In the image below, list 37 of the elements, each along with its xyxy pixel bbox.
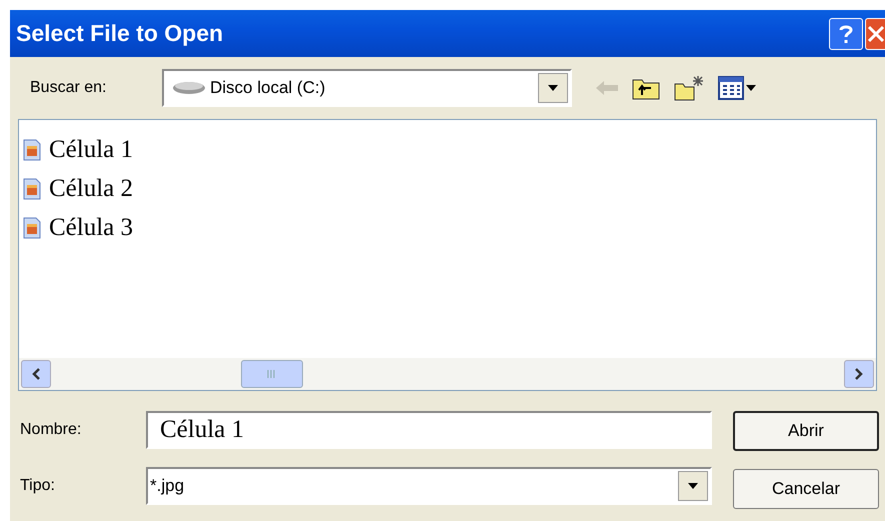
dialog-button[interactable]: Cancelar xyxy=(733,469,879,509)
look-in-value: Disco local (C:) xyxy=(210,77,326,100)
look-in-dropdown[interactable]: Disco local (C:) xyxy=(162,69,572,107)
file-type-dropdown[interactable]: *.jpg xyxy=(146,467,712,505)
list-view-icon xyxy=(718,76,744,100)
caret-icon xyxy=(746,85,756,91)
file-name-field[interactable]: Célula 1 xyxy=(146,411,712,449)
close-button[interactable] xyxy=(865,18,885,50)
help-button[interactable] xyxy=(829,18,863,50)
file-type-value: *.jpg xyxy=(150,475,186,498)
help-icon xyxy=(839,24,853,44)
caret-icon xyxy=(548,85,558,91)
close-icon xyxy=(868,24,884,42)
image-file-icon xyxy=(23,216,41,238)
file-name-label: Nombre: xyxy=(20,420,82,440)
image-file-icon xyxy=(23,178,41,200)
window-title: Select File to Open xyxy=(16,19,224,48)
file-item[interactable]: Célula 1 xyxy=(23,130,138,169)
file-type-label: Tipo: xyxy=(20,476,56,496)
file-item[interactable]: Célula 3 xyxy=(23,208,138,247)
grip-icon xyxy=(267,370,277,378)
dropdown-button[interactable] xyxy=(538,73,568,103)
new-folder-icon[interactable] xyxy=(674,75,704,101)
scroll-right-button[interactable] xyxy=(844,360,874,388)
file-item[interactable]: Célula 2 xyxy=(23,169,138,208)
chevron-right-icon xyxy=(855,368,863,380)
image-file-icon xyxy=(23,138,41,160)
drive-icon xyxy=(172,81,206,95)
dialog-button[interactable]: Abrir xyxy=(733,411,879,451)
scroll-left-button[interactable] xyxy=(21,360,51,388)
view-menu-button[interactable] xyxy=(718,76,756,100)
scroll-thumb[interactable] xyxy=(241,360,303,388)
look-in-label: Buscar en: xyxy=(30,78,108,98)
caret-icon xyxy=(688,483,698,489)
chevron-left-icon xyxy=(32,368,40,380)
horizontal-scrollbar[interactable] xyxy=(19,358,876,390)
dropdown-button[interactable] xyxy=(678,471,708,501)
